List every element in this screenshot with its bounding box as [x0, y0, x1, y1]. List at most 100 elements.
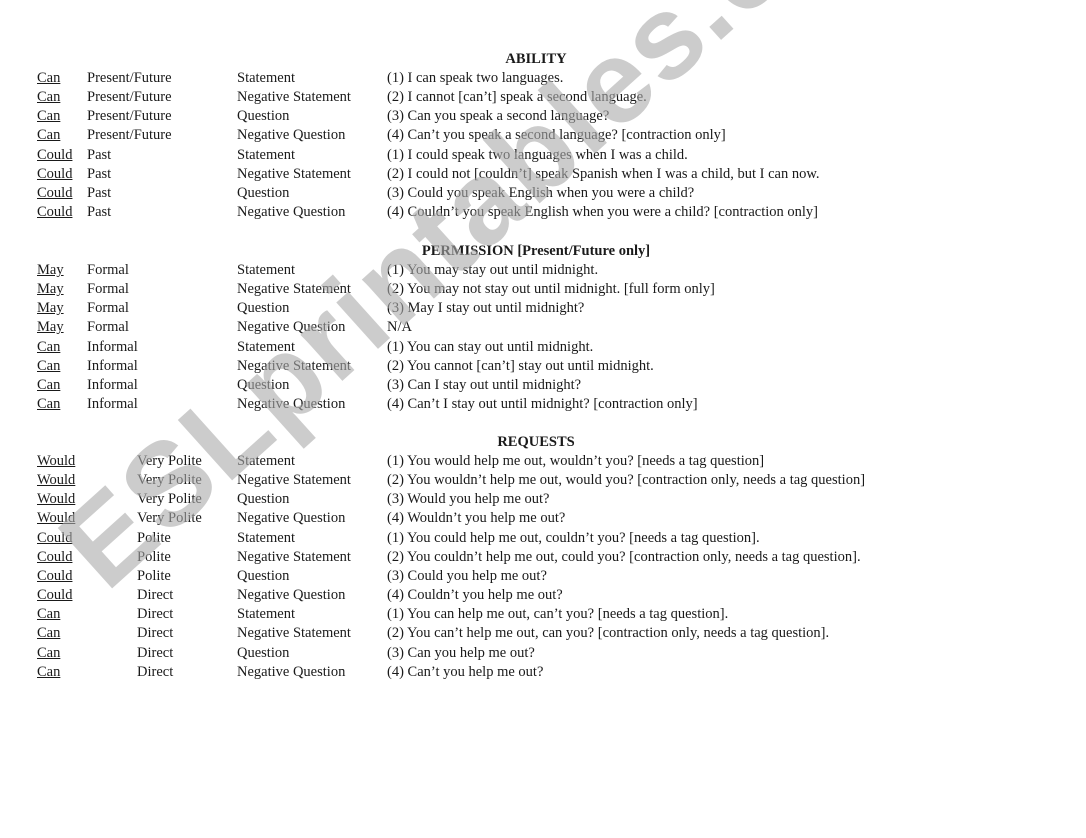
sentence-type: Statement — [237, 262, 295, 278]
worksheet-page: ABILITY Can Present/Future Statement (1) I c… — [0, 0, 1086, 838]
example-sentence: (1) You may stay out until midnight. — [387, 262, 599, 278]
sentence-type: Question — [237, 644, 290, 661]
sentence-type: Negative Statement — [237, 625, 351, 642]
modal-verb: Can — [37, 89, 61, 106]
sentence-type: Negative Statement — [237, 281, 351, 298]
usage-label: Present/Future — [87, 108, 172, 125]
modal-verb: Can — [37, 108, 61, 125]
example-sentence: (3) Can I stay out until midnight? — [387, 376, 582, 393]
usage-label: Informal — [87, 357, 138, 374]
usage-label: Formal — [87, 262, 129, 278]
modal-verb: Could — [37, 548, 73, 565]
example-sentence: (4) Wouldn’t you help me out? — [387, 510, 566, 527]
example-sentence: (3) Could you help me out? — [387, 567, 547, 584]
example-sentence: (3) Can you speak a second language? — [387, 108, 610, 125]
modal-verb: Can — [37, 376, 61, 393]
example-sentence: (4) Can’t you speak a second language? [… — [387, 127, 726, 144]
sentence-type: Statement — [237, 606, 295, 623]
example-sentence: (3) Would you help me out? — [387, 491, 550, 508]
modal-verb: Would — [37, 453, 76, 469]
example-sentence: (2) You cannot [can’t] stay out until mi… — [387, 357, 654, 374]
modal-verb: Can — [37, 127, 61, 144]
example-sentence: (1) You could help me out, couldn’t you?… — [387, 529, 760, 546]
section-title: ABILITY — [505, 51, 567, 67]
example-sentence: (1) You would help me out, wouldn’t you?… — [387, 453, 765, 469]
example-sentence: (4) Can’t I stay out until midnight? [co… — [387, 396, 698, 413]
example-sentence: (1) You can help me out, can’t you? [nee… — [387, 606, 729, 623]
modal-verb: Would — [37, 472, 76, 489]
usage-label: Polite — [137, 548, 171, 565]
usage-label: Present/Future — [87, 70, 172, 86]
example-sentence: (4) Couldn’t you help me out? — [387, 587, 563, 604]
sentence-type: Negative Statement — [237, 357, 351, 374]
usage-label: Past — [87, 165, 112, 182]
modal-verb: Can — [37, 396, 61, 413]
usage-label: Very Polite — [137, 472, 202, 489]
sentence-type: Negative Question — [237, 587, 346, 604]
usage-label: Very Polite — [137, 491, 202, 508]
sentence-type: Negative Statement — [237, 165, 351, 182]
modal-verb: Could — [37, 529, 73, 546]
sentence-type: Statement — [237, 529, 295, 546]
usage-label: Polite — [137, 529, 171, 546]
modal-verb: May — [37, 262, 64, 278]
sentence-type: Negative Question — [237, 204, 346, 221]
example-sentence: (2) You can’t help me out, can you? [con… — [387, 625, 830, 642]
usage-label: Direct — [137, 587, 174, 604]
modal-verb: Can — [37, 625, 61, 642]
usage-label: Past — [87, 204, 112, 221]
modal-verb: Could — [37, 204, 73, 221]
sentence-type: Negative Statement — [237, 472, 351, 489]
usage-label: Direct — [137, 663, 174, 680]
sentence-type: Negative Statement — [237, 548, 351, 565]
usage-label: Present/Future — [87, 89, 172, 106]
modal-verb: Could — [37, 184, 73, 201]
sentence-type: Statement — [237, 146, 295, 163]
section-title: PERMISSION [Present/Future only] — [421, 243, 651, 259]
sentence-type: Question — [237, 108, 290, 125]
sentence-type: Statement — [237, 338, 295, 355]
usage-label: Direct — [137, 606, 174, 623]
sentence-type: Statement — [237, 70, 295, 86]
sentence-type: Negative Statement — [237, 89, 351, 106]
example-sentence: (2) I could not [couldn’t] speak Spanish… — [387, 165, 820, 182]
usage-label: Present/Future — [87, 127, 172, 144]
example-sentence: (2) I cannot [can’t] speak a second lang… — [387, 89, 647, 106]
usage-label: Informal — [87, 376, 138, 393]
sentence-type: Negative Question — [237, 319, 346, 336]
sentence-type: Negative Question — [237, 127, 346, 144]
usage-label: Direct — [137, 644, 174, 661]
sentence-type: Question — [237, 376, 290, 393]
usage-label: Very Polite — [137, 453, 202, 469]
modal-verb: Could — [37, 567, 73, 584]
example-sentence: (2) You couldn’t help me out, could you?… — [387, 548, 861, 565]
usage-label: Informal — [87, 338, 138, 355]
modal-verb: Could — [37, 587, 73, 604]
section-title: REQUESTS — [497, 434, 575, 450]
example-sentence: (3) Could you speak English when you wer… — [387, 184, 695, 201]
usage-label: Past — [87, 146, 112, 163]
modal-verb: Can — [37, 606, 61, 623]
usage-label: Direct — [137, 625, 174, 642]
usage-label: Past — [87, 184, 112, 201]
modal-verb: Would — [37, 491, 76, 508]
sentence-type: Question — [237, 300, 290, 317]
modal-verb: Could — [37, 165, 73, 182]
modal-verb: May — [37, 281, 64, 298]
modal-verb: Can — [37, 70, 61, 86]
usage-label: Formal — [87, 319, 129, 336]
usage-label: Very Polite — [137, 510, 202, 527]
modal-verb: Can — [37, 357, 61, 374]
modal-verb: Could — [37, 146, 73, 163]
modal-verb: Can — [37, 663, 61, 680]
sentence-type: Statement — [237, 453, 295, 469]
sentence-type: Negative Question — [237, 396, 346, 413]
example-sentence: (4) Couldn’t you speak English when you … — [387, 204, 818, 221]
modal-verb: May — [37, 300, 64, 317]
sentence-type: Question — [237, 491, 290, 508]
example-sentence: (1) I can speak two languages. — [387, 70, 564, 86]
usage-label: Formal — [87, 281, 129, 298]
example-sentence: (1) You can stay out until midnight. — [387, 338, 594, 355]
example-sentence: (4) Can’t you help me out? — [387, 663, 544, 680]
sentence-type: Question — [237, 184, 290, 201]
